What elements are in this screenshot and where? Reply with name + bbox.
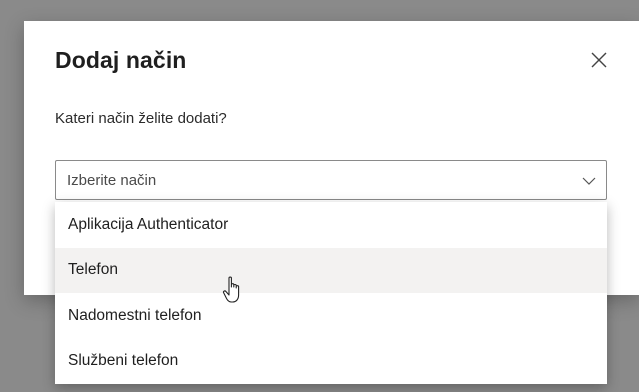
method-select-value: Izberite način — [67, 172, 157, 189]
option-label: Aplikacija Authenticator — [68, 215, 229, 233]
chevron-down-icon — [582, 177, 596, 185]
dialog-title: Dodaj način — [55, 47, 187, 73]
option-alternate-phone[interactable]: Nadomestni telefon — [55, 293, 607, 339]
close-icon — [591, 52, 607, 68]
method-select[interactable]: Izberite način — [55, 160, 607, 200]
method-dropdown-list: Aplikacija Authenticator Telefon Nadomes… — [55, 202, 607, 384]
method-prompt-label: Kateri način želite dodati? — [55, 110, 227, 127]
option-label: Službeni telefon — [68, 352, 179, 370]
option-label: Telefon — [68, 261, 118, 279]
close-button[interactable] — [588, 49, 610, 71]
option-authenticator-app[interactable]: Aplikacija Authenticator — [55, 202, 607, 248]
option-office-phone[interactable]: Službeni telefon — [55, 339, 607, 385]
option-label: Nadomestni telefon — [68, 306, 202, 324]
option-phone[interactable]: Telefon — [55, 247, 607, 293]
